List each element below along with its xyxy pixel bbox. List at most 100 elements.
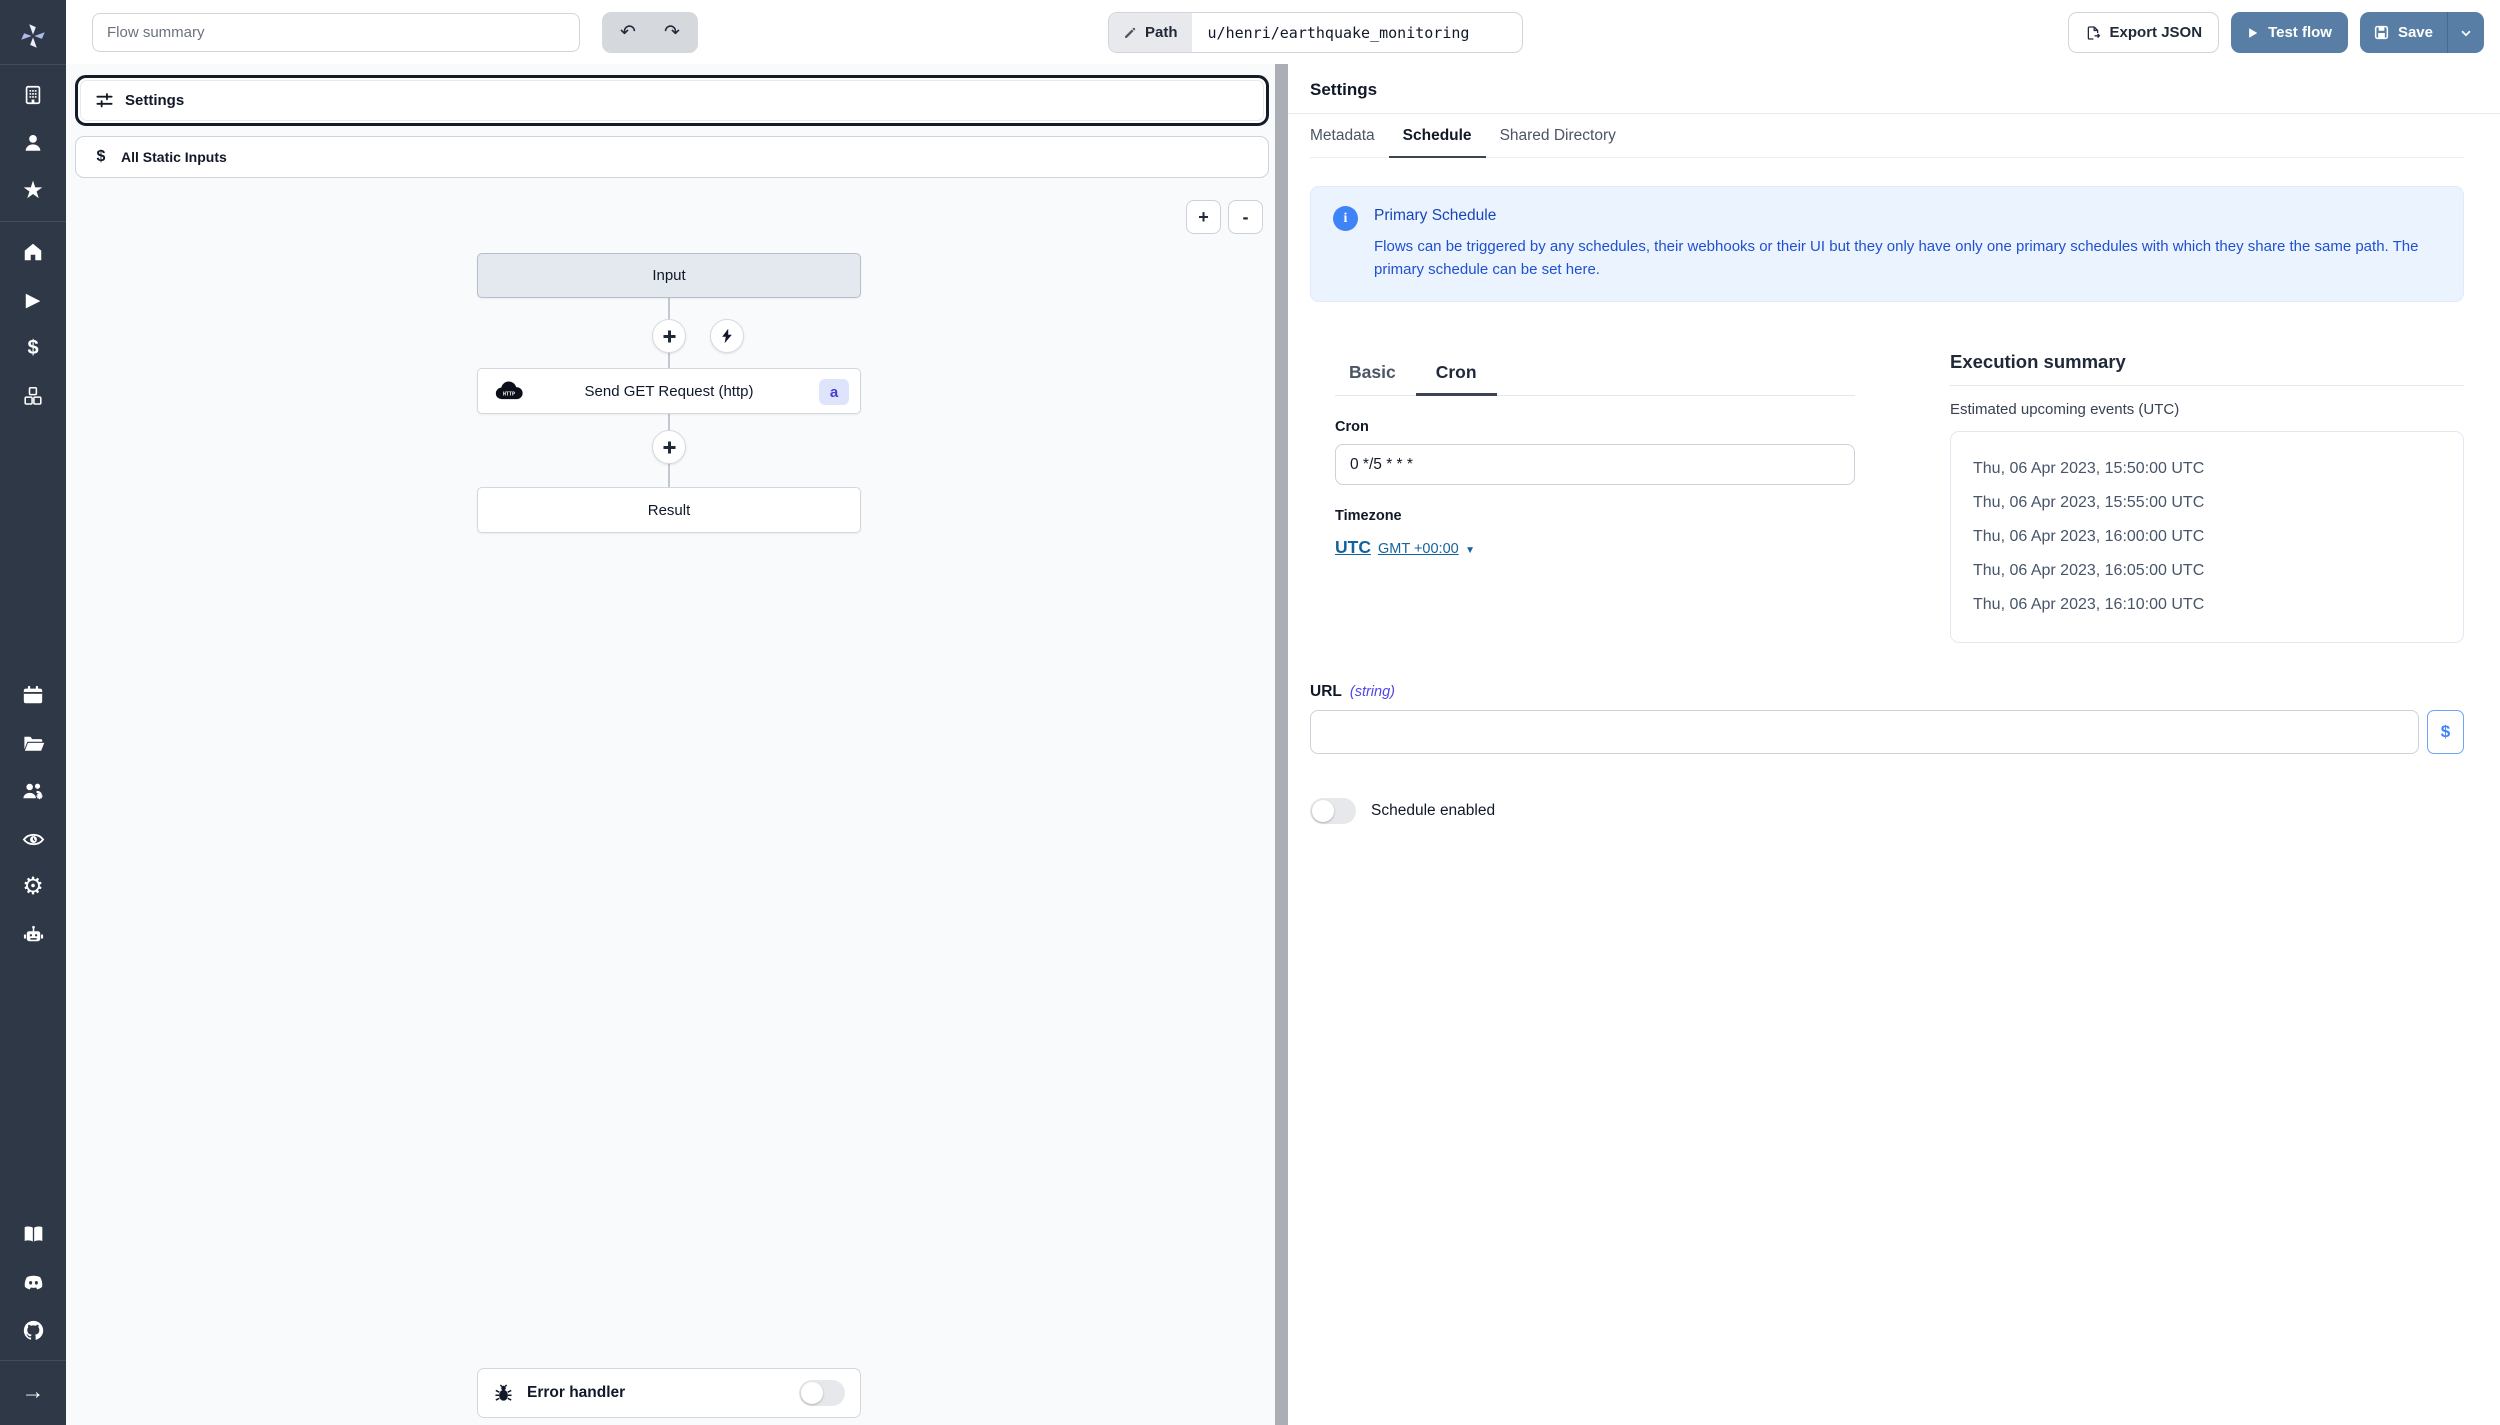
dollar-icon: $ (27, 338, 38, 358)
tab-cron[interactable]: Cron (1416, 356, 1497, 396)
path-chip-label: Path (1109, 13, 1192, 52)
primary-schedule-info-box: i Primary Schedule Flows can be triggere… (1310, 186, 2464, 302)
folder-icon (22, 732, 45, 755)
flow-summary-input[interactable] (92, 13, 580, 52)
all-static-inputs-box[interactable]: $ All Static Inputs (75, 136, 1269, 178)
save-icon (2374, 25, 2389, 40)
save-button[interactable]: Save (2360, 12, 2447, 53)
zoom-in-button[interactable]: + (1186, 200, 1221, 234)
schedule-mode-tabs: Basic Cron (1335, 356, 1855, 396)
schedule-editor: Basic Cron Cron Timezone UTC GMT +00:00 … (1335, 356, 1855, 558)
book-icon (22, 1223, 45, 1246)
redo-button[interactable]: ↷ (650, 16, 694, 49)
dollar-icon: $ (92, 148, 110, 166)
error-handler-box[interactable]: Error handler (477, 1368, 861, 1418)
export-json-label: Export JSON (2110, 24, 2203, 41)
execution-summary-title: Execution summary (1950, 351, 2464, 373)
undo-redo-group: ↶ ↷ (602, 12, 698, 53)
add-trigger-button[interactable] (710, 319, 744, 353)
execution-summary: Execution summary Estimated upcoming eve… (1950, 351, 2464, 643)
url-label: URL (1310, 683, 1342, 701)
zoom-out-button[interactable]: - (1228, 200, 1263, 234)
building-icon (22, 84, 44, 106)
windmill-logo-icon (18, 21, 48, 51)
timezone-select[interactable]: UTC GMT +00:00 (1335, 537, 1459, 558)
test-flow-button[interactable]: Test flow (2231, 12, 2348, 53)
sidebar-item-github[interactable] (0, 1306, 66, 1354)
sidebar-item-cubes[interactable] (0, 372, 66, 420)
arrow-right-icon: → (22, 1380, 45, 1403)
tab-shared-directory[interactable]: Shared Directory (1486, 114, 1630, 158)
node-input-label: Input (652, 267, 685, 284)
sidebar-item-eye[interactable] (0, 815, 66, 863)
plus-icon (662, 440, 677, 455)
settings-title: Settings (1310, 80, 2464, 100)
sidebar-item-home[interactable] (0, 228, 66, 276)
sliders-icon (95, 91, 114, 110)
flow-settings-box[interactable]: Settings (75, 75, 1269, 126)
save-split-button: Save (2360, 12, 2484, 53)
settings-tabs: Metadata Schedule Shared Directory (1310, 114, 2464, 158)
insert-variable-button[interactable]: $ (2427, 710, 2464, 754)
tab-metadata[interactable]: Metadata (1296, 114, 1389, 158)
sidebar-item-folder[interactable] (0, 719, 66, 767)
export-json-button[interactable]: Export JSON (2068, 12, 2220, 53)
url-section: URL (string) $ (1310, 683, 2464, 754)
error-handler-toggle[interactable] (799, 1380, 845, 1406)
chevron-down-icon (2459, 26, 2473, 40)
sidebar-item-star[interactable]: ★ (0, 167, 66, 215)
node-result-label: Result (648, 502, 691, 519)
event-row: Thu, 06 Apr 2023, 16:10:00 UTC (1973, 588, 2463, 622)
play-icon (2247, 27, 2259, 39)
discord-icon (22, 1271, 45, 1294)
sidebar-item-docs[interactable] (0, 1210, 66, 1258)
save-dropdown-button[interactable] (2448, 12, 2484, 53)
path-chip[interactable]: Path u/henri/earthquake_monitoring (1108, 12, 1523, 53)
execution-summary-divider (1950, 385, 2464, 386)
sidebar-item-discord[interactable] (0, 1258, 66, 1306)
tab-schedule[interactable]: Schedule (1389, 114, 1486, 158)
event-row: Thu, 06 Apr 2023, 16:05:00 UTC (1973, 554, 2463, 588)
http-cloud-icon: HTTP (493, 381, 526, 402)
flow-settings-label: Settings (125, 92, 184, 109)
bug-icon (493, 1383, 514, 1404)
node-input[interactable]: Input (477, 253, 861, 298)
event-row: Thu, 06 Apr 2023, 15:55:00 UTC (1973, 486, 2463, 520)
sidebar-item-calendar[interactable] (0, 671, 66, 719)
schedule-enabled-row: Schedule enabled (1310, 798, 2464, 824)
tab-basic[interactable]: Basic (1329, 356, 1416, 396)
info-body: Flows can be triggered by any schedules,… (1374, 236, 2441, 281)
sidebar-item-user[interactable] (0, 119, 66, 167)
add-step-button[interactable] (652, 319, 686, 353)
windmill-logo[interactable] (18, 14, 48, 58)
sidebar-item-dollar[interactable]: $ (0, 324, 66, 372)
sidebar-item-users-gear[interactable] (0, 767, 66, 815)
sidebar: ★ ▶ $ (0, 0, 66, 1425)
sidebar-expand-button[interactable]: → (0, 1367, 66, 1415)
toggle-knob (801, 1382, 823, 1404)
caret-down-icon[interactable]: ▼ (1465, 545, 1475, 556)
add-step-button[interactable] (652, 430, 686, 464)
node-http-badge: a (819, 379, 849, 405)
node-http-step[interactable]: HTTP Send GET Request (http) a (477, 368, 861, 414)
cron-input[interactable] (1335, 444, 1855, 485)
pencil-icon (1123, 26, 1137, 40)
url-input[interactable] (1310, 710, 2419, 754)
schedule-enabled-toggle[interactable] (1310, 798, 1356, 824)
sidebar-item-gear[interactable]: ⚙ (0, 863, 66, 911)
panel-splitter[interactable] (1275, 64, 1288, 1425)
timezone-label: Timezone (1335, 508, 1855, 524)
redo-icon: ↷ (664, 22, 680, 43)
sidebar-item-building[interactable] (0, 71, 66, 119)
upcoming-events-box: Thu, 06 Apr 2023, 15:50:00 UTC Thu, 06 A… (1950, 431, 2464, 643)
undo-button[interactable]: ↶ (606, 16, 650, 49)
sidebar-divider (0, 221, 66, 222)
undo-icon: ↶ (620, 22, 636, 43)
node-result[interactable]: Result (477, 487, 861, 533)
sidebar-item-robot[interactable] (0, 911, 66, 959)
sidebar-item-play[interactable]: ▶ (0, 276, 66, 324)
info-title: Primary Schedule (1374, 204, 2441, 225)
user-icon (22, 132, 44, 154)
plus-icon (662, 329, 677, 344)
file-export-icon (2085, 25, 2101, 41)
